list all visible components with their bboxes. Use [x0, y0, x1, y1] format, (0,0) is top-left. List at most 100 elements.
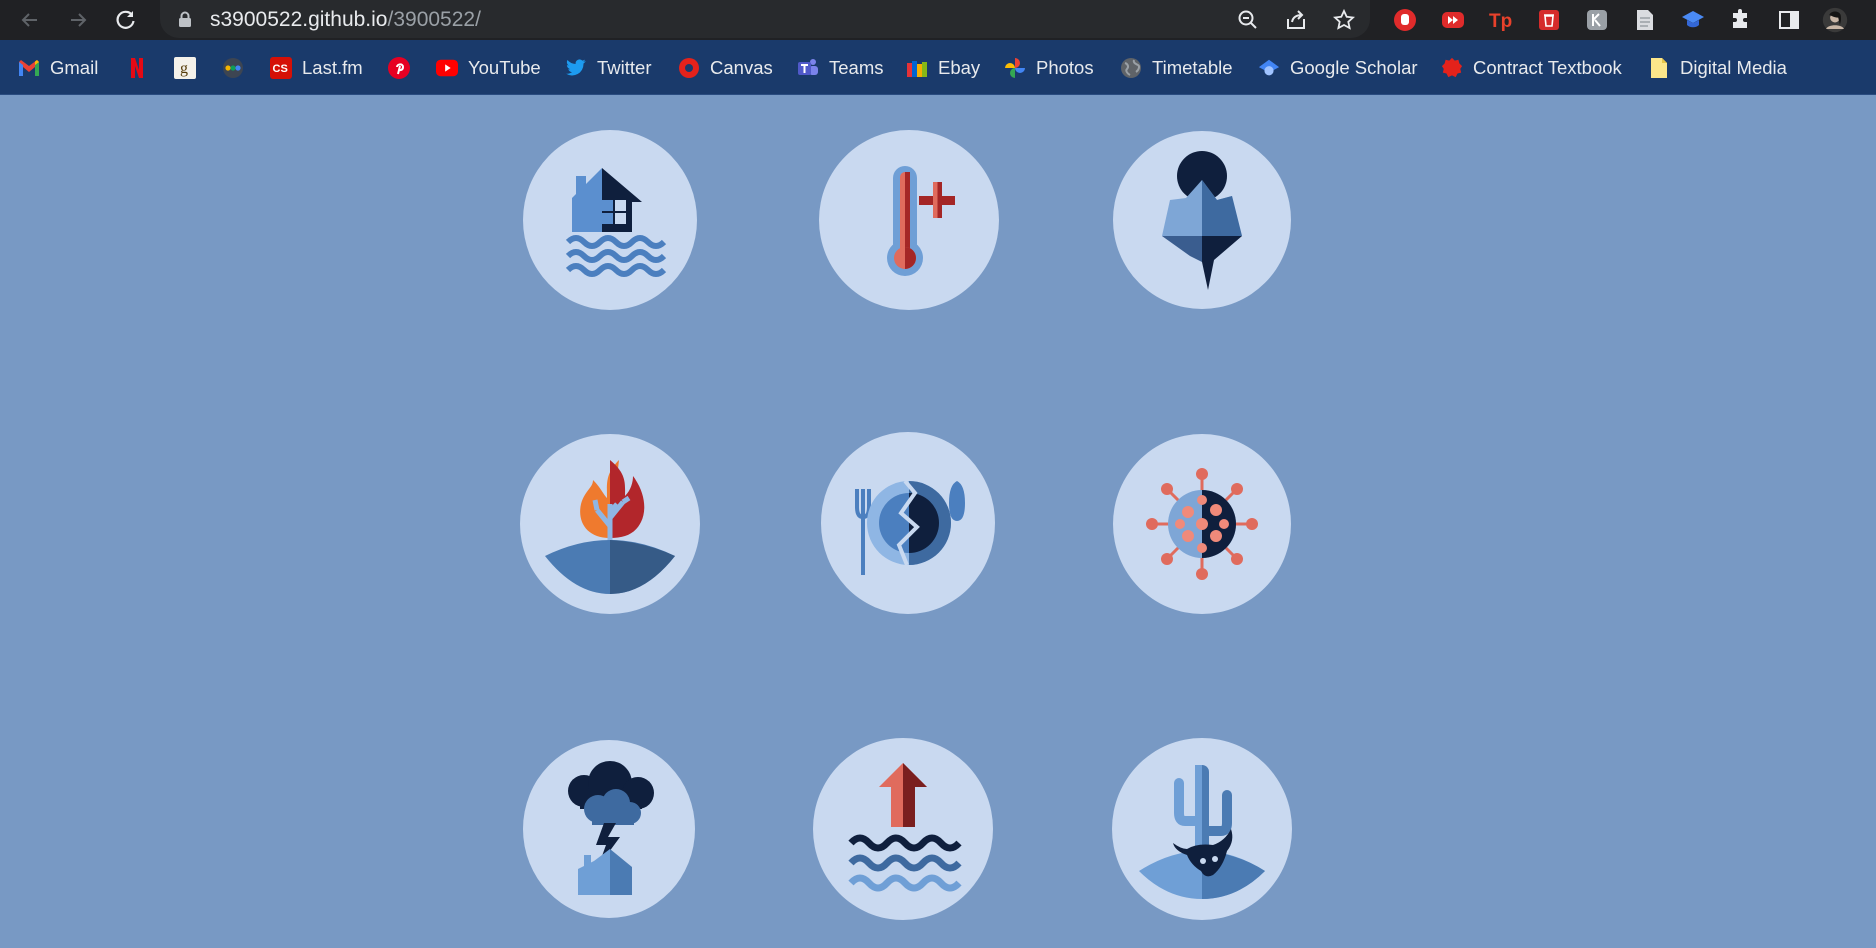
- flooded-house-graphic: [565, 168, 667, 277]
- trash-icon: [1539, 10, 1559, 30]
- puzzle-piece-icon: [1733, 9, 1747, 28]
- virus-icon[interactable]: [1113, 434, 1291, 614]
- url-host: s3900522.github.io: [210, 8, 388, 31]
- bookmark-label: Digital Media: [1680, 57, 1787, 78]
- wildfire-graphic: [545, 460, 675, 594]
- url-path: /3900522/: [387, 8, 481, 31]
- globe-icon: [1120, 57, 1142, 79]
- back-button[interactable]: [16, 6, 44, 34]
- bookmark-label: Google Scholar: [1290, 57, 1418, 78]
- share-button[interactable]: [1283, 7, 1309, 33]
- bookmark-timetable[interactable]: Timetable: [1120, 53, 1233, 83]
- bookmark-label: Teams: [829, 57, 884, 78]
- drought-cactus-icon[interactable]: [1112, 738, 1292, 920]
- avatar-icon: [1822, 7, 1848, 33]
- svg-text:CS: CS: [273, 63, 288, 75]
- graduation-cap-icon: [1682, 11, 1704, 28]
- bookmark-label: Contract Textbook: [1473, 57, 1622, 78]
- bookmark-netflix[interactable]: [126, 53, 148, 83]
- virus-graphic: [1146, 468, 1258, 580]
- tp-icon: Tp: [1489, 11, 1512, 32]
- bookmark-ebay[interactable]: Ebay: [906, 53, 980, 83]
- flooded-house-icon[interactable]: [523, 130, 697, 310]
- bookmark-lastfm[interactable]: CS Last.fm: [270, 53, 363, 83]
- extension-tp[interactable]: Tp: [1488, 7, 1514, 33]
- bookmark-goodreads[interactable]: g: [174, 53, 196, 83]
- netflix-icon: [126, 57, 148, 79]
- bookmark-google-scholar[interactable]: Google Scholar: [1258, 53, 1418, 83]
- goodreads-icon: g: [174, 57, 196, 79]
- bookmark-label: YouTube: [468, 57, 541, 78]
- sea-level-rise-icon[interactable]: [813, 738, 993, 920]
- lock-icon: [179, 11, 191, 27]
- bookmark-label: Photos: [1036, 57, 1094, 78]
- lastfm-icon: CS: [270, 57, 292, 79]
- broken-plate-food-icon[interactable]: [821, 432, 995, 614]
- bookmark-star-button[interactable]: [1331, 7, 1357, 33]
- thermometer-heat-icon[interactable]: [819, 130, 999, 310]
- document-icon: [1637, 10, 1653, 30]
- dots-icon: [222, 57, 244, 79]
- bookmark-youtube[interactable]: YouTube: [436, 53, 541, 83]
- zoom-button[interactable]: [1235, 7, 1261, 33]
- bookmark-gmail[interactable]: Gmail: [18, 53, 98, 83]
- arrow-left-icon: [21, 13, 37, 27]
- thermometer-graphic: [887, 166, 955, 276]
- arrow-right-icon: [71, 13, 87, 27]
- bookmark-pinterest[interactable]: [388, 53, 410, 83]
- pinterest-icon: [388, 57, 410, 79]
- extension-scholar[interactable]: [1680, 7, 1706, 33]
- star-icon: [1333, 9, 1355, 30]
- extensions-button[interactable]: [1728, 7, 1754, 33]
- bookmark-label: Timetable: [1152, 57, 1233, 78]
- fast-forward-icon: [1442, 12, 1464, 28]
- svg-text:Tp: Tp: [1489, 11, 1512, 32]
- textbook-icon: [1441, 57, 1463, 79]
- gmail-icon: [18, 57, 40, 79]
- bookmark-label: Last.fm: [302, 57, 363, 78]
- extension-glyph[interactable]: [1584, 7, 1610, 33]
- wildfire-tree-icon[interactable]: [520, 434, 700, 614]
- forward-button[interactable]: [64, 6, 92, 34]
- bookmark-label: Twitter: [597, 57, 652, 78]
- hand-stop-icon: [1394, 9, 1416, 31]
- browser-toolbar: s3900522.github.io/3900522/ Tp: [0, 0, 1876, 40]
- bookmark-canvas[interactable]: Canvas: [678, 53, 773, 83]
- extension-trash[interactable]: [1536, 7, 1562, 33]
- drought-graphic: [1139, 765, 1265, 899]
- svg-text:g: g: [180, 60, 188, 77]
- url-text: s3900522.github.io/3900522/: [210, 8, 481, 32]
- iceberg-graphic: [1162, 151, 1242, 290]
- canvas-icon: [678, 57, 700, 79]
- reload-button[interactable]: [112, 6, 140, 34]
- storm-house-graphic: [568, 761, 654, 895]
- teams-icon: [797, 57, 819, 79]
- bookmark-contract-textbook[interactable]: Contract Textbook: [1441, 53, 1622, 83]
- address-bar[interactable]: s3900522.github.io/3900522/: [160, 0, 1370, 38]
- share-icon: [1287, 10, 1305, 29]
- photos-icon: [1004, 57, 1026, 79]
- bookmark-digital-media[interactable]: Digital Media: [1648, 53, 1787, 83]
- bookmark-dots[interactable]: [222, 53, 244, 83]
- sea-level-graphic: [848, 763, 962, 892]
- profile-avatar[interactable]: [1822, 7, 1848, 33]
- extension-adblock[interactable]: [1392, 7, 1418, 33]
- bookmark-label: Gmail: [50, 57, 99, 78]
- bookmark-label: Canvas: [710, 57, 773, 78]
- broken-plate-graphic: [855, 479, 965, 575]
- youtube-icon: [436, 57, 458, 79]
- bookmark-label: Ebay: [938, 57, 981, 78]
- extension-video-speed[interactable]: [1440, 7, 1466, 33]
- ebay-icon: [906, 57, 928, 79]
- melting-iceberg-icon[interactable]: [1113, 131, 1291, 309]
- reload-icon: [116, 10, 135, 29]
- storm-house-icon[interactable]: [523, 740, 695, 918]
- glyph-icon: [1587, 10, 1607, 30]
- scholar-icon: [1258, 57, 1280, 79]
- extension-document[interactable]: [1632, 7, 1658, 33]
- twitter-icon: [565, 57, 587, 79]
- side-panel-button[interactable]: [1776, 7, 1802, 33]
- bookmark-teams[interactable]: Teams: [797, 53, 884, 83]
- bookmark-twitter[interactable]: Twitter: [565, 53, 651, 83]
- bookmark-photos[interactable]: Photos: [1004, 53, 1094, 83]
